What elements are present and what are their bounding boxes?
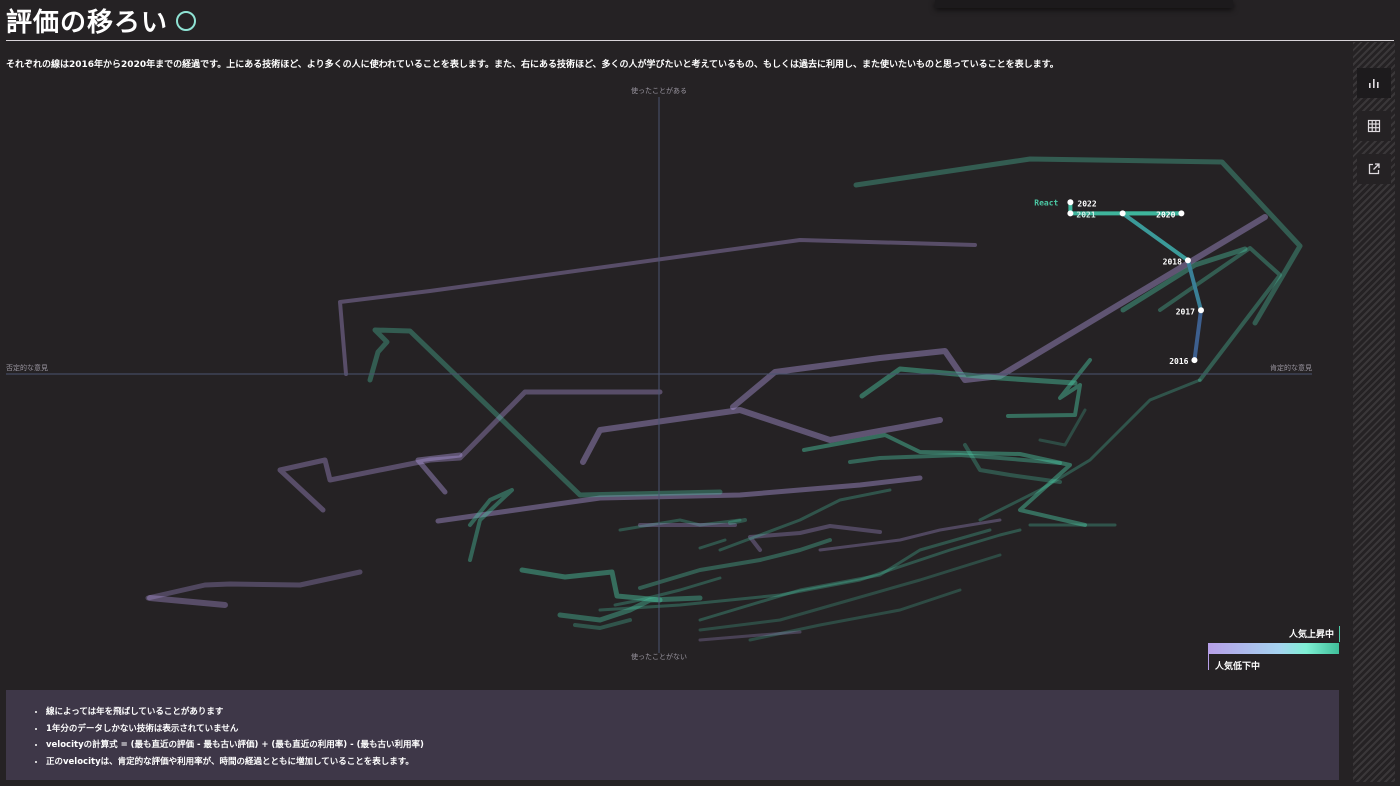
react-year-label: 2017 bbox=[1176, 307, 1195, 316]
background-trajectory bbox=[367, 327, 723, 498]
table-icon bbox=[1367, 119, 1381, 133]
chart-view-button[interactable] bbox=[1357, 68, 1391, 98]
background-trajectory bbox=[519, 567, 663, 603]
axis-label-bottom: 使ったことがない bbox=[631, 652, 687, 661]
background-trajectory bbox=[698, 528, 992, 622]
velocity-legend: 人気上昇中 人気低下中 bbox=[1207, 626, 1342, 672]
bar-chart-icon bbox=[1369, 79, 1379, 88]
note-item: velocityの計算式 = (最も直近の評価 - 最も古い評価) + (最も直… bbox=[46, 737, 1319, 754]
react-point-2020[interactable] bbox=[1178, 210, 1185, 217]
external-link-icon bbox=[1368, 163, 1380, 175]
react-year-label: 2021 bbox=[1076, 210, 1095, 219]
axis-label-right: 肯定的な意見 bbox=[1270, 363, 1312, 372]
react-point-2019[interactable] bbox=[1119, 210, 1126, 217]
background-trajectories bbox=[145, 156, 1303, 642]
chart-description: それぞれの線は2016年から2020年までの経過です。上にある技術ほど、より多く… bbox=[6, 60, 1059, 70]
background-trajectory bbox=[147, 595, 228, 608]
note-item: 正のvelocityは、肯定的な評価や利用率が、時間の経過とともに増加しているこ… bbox=[46, 754, 1319, 771]
legend-up-tick bbox=[1339, 626, 1340, 642]
legend-up-label: 人気上昇中 bbox=[1288, 630, 1334, 640]
react-point-2022[interactable] bbox=[1067, 199, 1074, 206]
react-series-label: React bbox=[1034, 198, 1058, 207]
background-trajectory bbox=[853, 156, 1303, 326]
react-point-2021[interactable] bbox=[1067, 210, 1074, 217]
react-year-label: 2022 bbox=[1077, 199, 1096, 208]
background-trajectory bbox=[638, 538, 832, 590]
notes-panel: 線によっては年を飛ばしていることがあります 1年分のデータしかない技術は表示され… bbox=[6, 690, 1339, 780]
axis-label-top: 使ったことがある bbox=[631, 86, 687, 95]
notes-list: 線によっては年を飛ばしていることがあります 1年分のデータしかない技術は表示され… bbox=[46, 704, 1319, 770]
legend-down-tick bbox=[1208, 654, 1209, 670]
legend-down-label: 人気低下中 bbox=[1215, 662, 1261, 672]
react-year-label: 2018 bbox=[1163, 257, 1182, 266]
share-button[interactable] bbox=[1357, 154, 1391, 184]
page-title-text: 評価の移ろい bbox=[6, 8, 169, 38]
dropdown-panel bbox=[935, 0, 1233, 8]
react-point-2016[interactable] bbox=[1191, 357, 1198, 364]
axis-label-left: 否定的な意見 bbox=[6, 363, 48, 372]
legend-gradient-bar bbox=[1208, 643, 1339, 654]
background-trajectory bbox=[978, 378, 1202, 522]
velocity-chart: 使ったことがある 使ったことがない 否定的な意見 肯定的な意見 2016 2017… bbox=[6, 86, 1312, 661]
react-segment bbox=[1120, 211, 1190, 263]
react-segment bbox=[1192, 308, 1203, 363]
background-trajectory bbox=[1006, 358, 1092, 418]
page-title: 評価の移ろい bbox=[6, 2, 197, 39]
note-item: 線によっては年を飛ばしていることがあります bbox=[46, 704, 1319, 721]
side-toolbar bbox=[1353, 42, 1395, 782]
background-trajectory bbox=[698, 538, 727, 550]
note-item: 1年分のデータしかない技術は表示されていません bbox=[46, 721, 1319, 738]
background-trajectory bbox=[468, 488, 514, 562]
table-view-button[interactable] bbox=[1357, 111, 1391, 141]
react-point-2018[interactable] bbox=[1184, 257, 1191, 264]
react-year-label: 2016 bbox=[1169, 357, 1188, 366]
background-trajectory bbox=[145, 569, 363, 601]
react-point-2017[interactable] bbox=[1197, 307, 1204, 314]
title-divider bbox=[6, 40, 1394, 41]
react-year-label: 2020 bbox=[1156, 210, 1175, 219]
circle-icon bbox=[176, 10, 197, 31]
